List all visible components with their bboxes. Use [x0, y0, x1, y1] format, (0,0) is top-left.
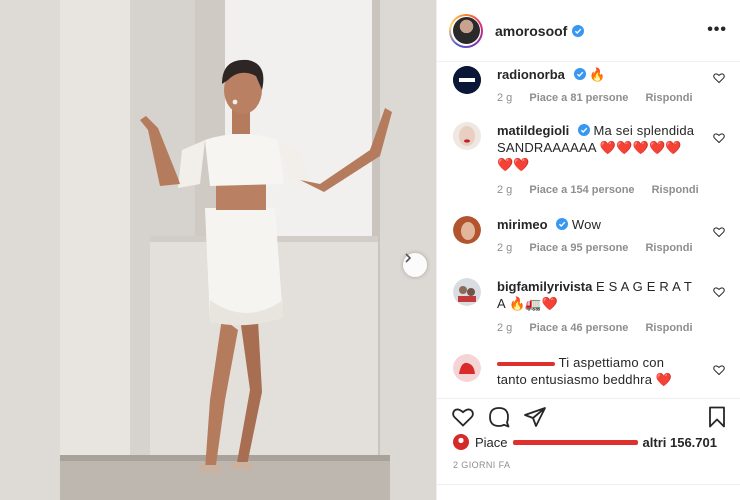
comment-likes[interactable]: Piace a 95 persone — [529, 242, 628, 254]
share-paper-plane-icon[interactable] — [523, 405, 547, 429]
author-username[interactable]: amorosoof — [495, 23, 567, 39]
comment-meta: 2 g Piace a 81 persone Rispondi — [497, 92, 707, 104]
comment-meta: 2 g Piace a 154 persone Rispondi — [497, 184, 713, 196]
like-comment-heart-icon[interactable] — [713, 364, 725, 376]
post-photo[interactable] — [0, 0, 436, 500]
comment-likes[interactable]: Piace a 154 persone — [529, 184, 634, 196]
comment-age: 2 g — [497, 322, 513, 334]
comment-reply-button[interactable]: Rispondi — [645, 322, 692, 334]
comment-age: 2 g — [497, 92, 513, 104]
post-side-panel: amorosoof ••• radionorba 🔥 2 g Piace a 8… — [436, 0, 740, 500]
comment-likes[interactable]: Piace a 46 persone — [529, 322, 628, 334]
matildegioli-avatar-icon — [453, 122, 481, 150]
like-heart-icon[interactable] — [451, 405, 475, 429]
comment-text: Ti aspettiamo con tanto entusiasmo beddh… — [497, 355, 673, 387]
comment-avatar[interactable] — [453, 354, 481, 382]
verified-badge-icon — [577, 124, 590, 136]
verified-badge-icon — [573, 68, 586, 80]
comment-meta: 2 g Piace a 46 persone Rispondi — [497, 322, 707, 334]
add-comment-bar[interactable] — [437, 484, 740, 500]
likes-summary[interactable]: Piace altri 156.701 — [453, 432, 733, 452]
author-avatar-image — [452, 17, 480, 44]
verified-badge-icon — [572, 24, 585, 37]
like-comment-heart-icon[interactable] — [713, 72, 725, 84]
post-actions — [437, 398, 740, 432]
save-bookmark-icon[interactable] — [705, 405, 729, 429]
like-comment-heart-icon[interactable] — [713, 226, 725, 238]
comment-reply-button[interactable]: Rispondi — [645, 92, 692, 104]
commenter-avatar-icon — [453, 354, 481, 382]
post-date: 2 GIORNI FA — [453, 460, 511, 470]
liker-avatar — [453, 434, 469, 450]
comment-age: 2 g — [497, 184, 513, 196]
verified-badge-icon — [556, 218, 569, 230]
next-photo-button[interactable] — [403, 253, 427, 277]
like-comment-heart-icon[interactable] — [713, 132, 725, 144]
comment-username[interactable]: bigfamilyrivista — [497, 279, 592, 294]
bigfamilyrivista-avatar-icon — [453, 278, 481, 306]
redacted-liker — [512, 439, 638, 445]
post-image — [0, 0, 436, 500]
comment-body: mirimeo Wow — [497, 216, 697, 233]
mirimeo-avatar-icon — [453, 216, 481, 244]
comment-avatar[interactable] — [453, 122, 481, 150]
author-avatar[interactable] — [449, 13, 483, 48]
comment-username[interactable]: mirimeo — [497, 217, 548, 232]
radionorba-logo-icon — [453, 66, 481, 94]
author-avatar-frame — [451, 15, 481, 46]
comment-body: Ti aspettiamo con tanto entusiasmo beddh… — [497, 354, 697, 388]
chevron-right-icon — [405, 253, 412, 263]
comment-avatar[interactable] — [453, 278, 481, 306]
comment-bubble-icon[interactable] — [487, 405, 511, 429]
comment-reply-button[interactable]: Rispondi — [645, 242, 692, 254]
comment-age: 2 g — [497, 242, 513, 254]
comment-username[interactable]: matildegioli — [497, 123, 569, 138]
comment-body: radionorba 🔥 — [497, 66, 697, 83]
comment-text: Wow — [571, 217, 602, 232]
comment-avatar[interactable] — [453, 216, 481, 244]
like-comment-heart-icon[interactable] — [713, 286, 725, 298]
comments-list: radionorba 🔥 2 g Piace a 81 persone Risp… — [437, 62, 740, 392]
redacted-username — [497, 361, 555, 366]
comment-reply-button[interactable]: Rispondi — [652, 184, 699, 196]
post-header: amorosoof ••• — [437, 0, 740, 62]
comment-avatar[interactable] — [453, 66, 481, 94]
comment-meta: 2 g Piace a 95 persone Rispondi — [497, 242, 707, 254]
likes-count[interactable]: altri 156.701 — [643, 435, 717, 450]
comment-likes[interactable]: Piace a 81 persone — [529, 92, 628, 104]
comment-username[interactable]: radionorba — [497, 67, 565, 82]
comment-body: bigfamilyrivista E S A G E R A T A 🔥🚛❤️ — [497, 278, 697, 312]
likes-prefix: Piace — [475, 434, 508, 450]
more-options-button[interactable]: ••• — [707, 21, 727, 39]
comment-body: matildegioli Ma sei splendida SANDRAAAAA… — [497, 122, 697, 173]
comment-text: 🔥 — [589, 67, 606, 82]
